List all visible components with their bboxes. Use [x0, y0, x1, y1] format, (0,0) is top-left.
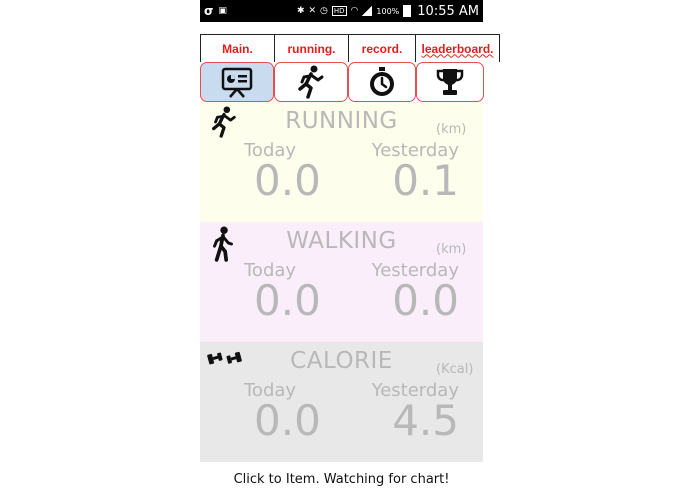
- trophy-icon: [436, 69, 464, 95]
- walking-yesterday-value: 0.0: [392, 276, 459, 325]
- tab-bar: Main. running. record. leaderboard.: [200, 34, 500, 62]
- signal-icon: [362, 6, 373, 16]
- walking-panel[interactable]: WALKING (km) Today Yesterday 0.0 0.0: [200, 222, 483, 342]
- running-button[interactable]: [274, 62, 348, 102]
- phone-screen: σ ▣ ✱ ✕ ◷ HD ◠ 100% 10:55 AM Main. runni…: [200, 0, 500, 494]
- hd-badge: HD: [331, 6, 347, 16]
- tab-main[interactable]: Main.: [200, 34, 275, 62]
- mute-icon: ✕: [308, 6, 317, 16]
- calorie-yesterday-value: 4.5: [392, 396, 459, 445]
- presentation-chart-icon: [221, 67, 253, 98]
- running-today-value: 0.0: [254, 156, 321, 205]
- tab-record[interactable]: record.: [348, 34, 416, 62]
- wifi-icon: ◠: [350, 6, 359, 16]
- stopwatch-icon: [370, 67, 394, 96]
- app-logo-icon: σ: [204, 4, 214, 18]
- running-unit: (km): [436, 122, 467, 137]
- bluetooth-icon: ✱: [296, 6, 305, 16]
- clock: 10:55 AM: [417, 3, 479, 19]
- battery-icon: [403, 5, 412, 17]
- record-button[interactable]: [348, 62, 416, 102]
- notification-icon: ▣: [218, 6, 227, 16]
- leaderboard-button[interactable]: [416, 62, 484, 102]
- walking-unit: (km): [436, 242, 467, 257]
- status-bar: σ ▣ ✱ ✕ ◷ HD ◠ 100% 10:55 AM: [200, 0, 483, 22]
- tab-running[interactable]: running.: [274, 34, 349, 62]
- alarm-icon: ◷: [320, 6, 328, 16]
- tab-leaderboard[interactable]: leaderboard.: [415, 34, 500, 62]
- footer-hint: Click to Item. Watching for chart!: [233, 472, 450, 487]
- calorie-unit: (Kcal): [436, 362, 474, 377]
- running-man-icon: [298, 65, 324, 99]
- main-button[interactable]: [200, 62, 274, 102]
- running-yesterday-value: 0.1: [392, 156, 459, 205]
- calorie-panel[interactable]: CALORIE (Kcal) Today Yesterday 0.0 4.5: [200, 342, 483, 462]
- running-panel[interactable]: RUNNING (km) Today Yesterday 0.0 0.1: [200, 102, 483, 222]
- tab-running-label: running.: [287, 41, 336, 56]
- tab-leaderboard-label: leaderboard.: [421, 41, 494, 56]
- tab-record-label: record.: [361, 41, 403, 56]
- walking-today-value: 0.0: [254, 276, 321, 325]
- icon-button-row: [200, 62, 484, 102]
- battery-percent: 100%: [376, 6, 400, 16]
- calorie-today-value: 0.0: [254, 396, 321, 445]
- tab-main-label: Main.: [222, 41, 253, 56]
